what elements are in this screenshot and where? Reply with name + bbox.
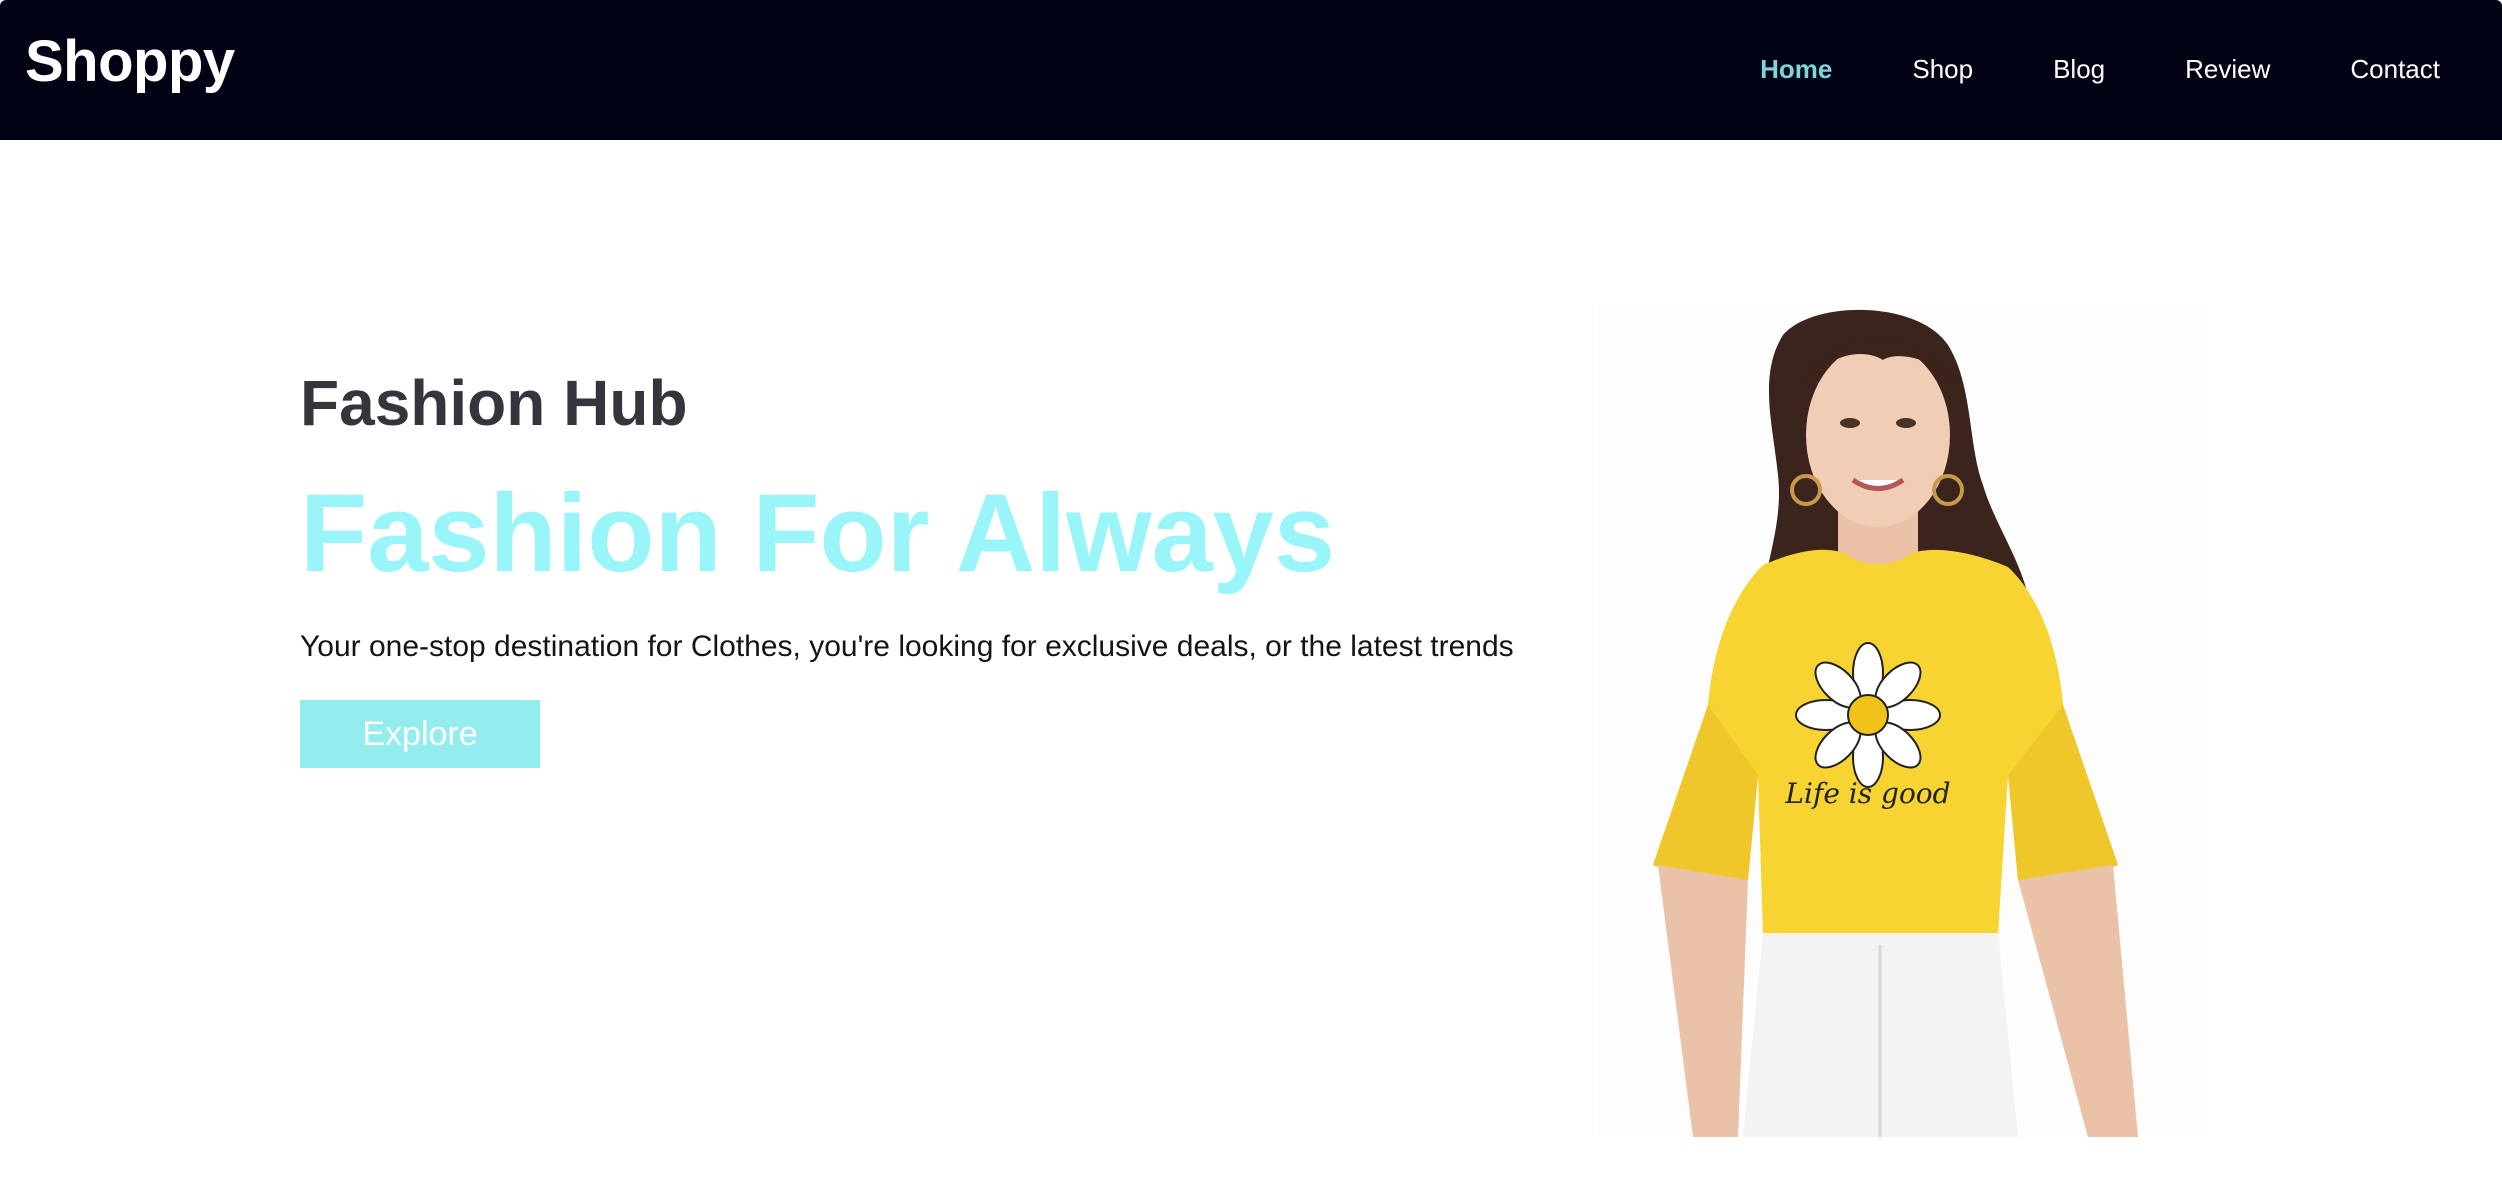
nav-link-home[interactable]: Home <box>1760 54 1832 85</box>
nav-link-shop[interactable]: Shop <box>1912 54 1973 85</box>
hero-model-image: Life is good <box>1598 305 2208 1137</box>
hero-title: Fashion For Always <box>300 472 1336 595</box>
nav-link-review[interactable]: Review <box>2185 54 2270 85</box>
shirt-print-text: Life is good <box>1784 777 1950 810</box>
nav-menu: Home Shop Blog Review Contact <box>1760 54 2440 85</box>
hero-subtitle: Fashion Hub <box>300 367 688 439</box>
navbar: Shoppy Home Shop Blog Review Contact <box>0 0 2502 140</box>
brand-logo[interactable]: Shoppy <box>25 28 235 95</box>
explore-button[interactable]: Explore <box>300 700 540 768</box>
nav-link-contact[interactable]: Contact <box>2350 54 2440 85</box>
model-illustration: Life is good <box>1598 305 2208 1137</box>
nav-link-blog[interactable]: Blog <box>2053 54 2105 85</box>
hero-description: Your one-stop destination for Clothes, y… <box>300 630 1514 663</box>
page: Shoppy Home Shop Blog Review Contact Fas… <box>0 0 2502 1193</box>
